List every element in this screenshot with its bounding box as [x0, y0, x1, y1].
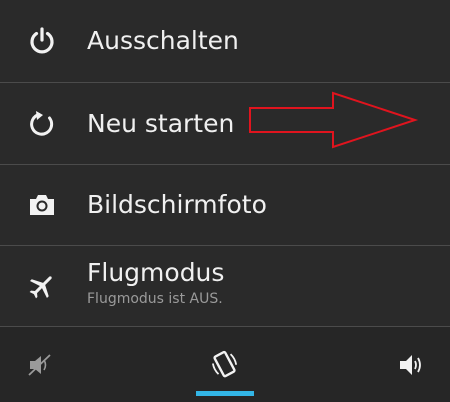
- vibrate-icon[interactable]: [205, 345, 245, 385]
- selected-indicator: [196, 391, 254, 396]
- restart-icon: [26, 108, 58, 140]
- menu-item-screenshot[interactable]: Bildschirmfoto: [0, 165, 450, 245]
- power-options-menu: Ausschalten Neu starten Bildschirmfoto F…: [0, 0, 450, 402]
- sound-mode-bar: [0, 327, 450, 402]
- menu-item-label: Bildschirmfoto: [87, 190, 267, 219]
- sound-on-icon[interactable]: [392, 345, 432, 385]
- menu-item-label: Neu starten: [87, 109, 235, 138]
- power-icon: [26, 25, 58, 57]
- menu-item-label: Flugmodus: [87, 258, 225, 287]
- menu-item-label: Ausschalten: [87, 26, 239, 55]
- camera-icon: [26, 189, 58, 221]
- annotation-arrow-icon: [249, 91, 419, 149]
- mute-icon[interactable]: [20, 345, 60, 385]
- menu-item-airplane-mode[interactable]: Flugmodus Flugmodus ist AUS.: [0, 246, 450, 326]
- airplane-icon: [26, 270, 58, 302]
- menu-item-status: Flugmodus ist AUS.: [87, 291, 223, 307]
- menu-item-power-off[interactable]: Ausschalten: [0, 0, 450, 82]
